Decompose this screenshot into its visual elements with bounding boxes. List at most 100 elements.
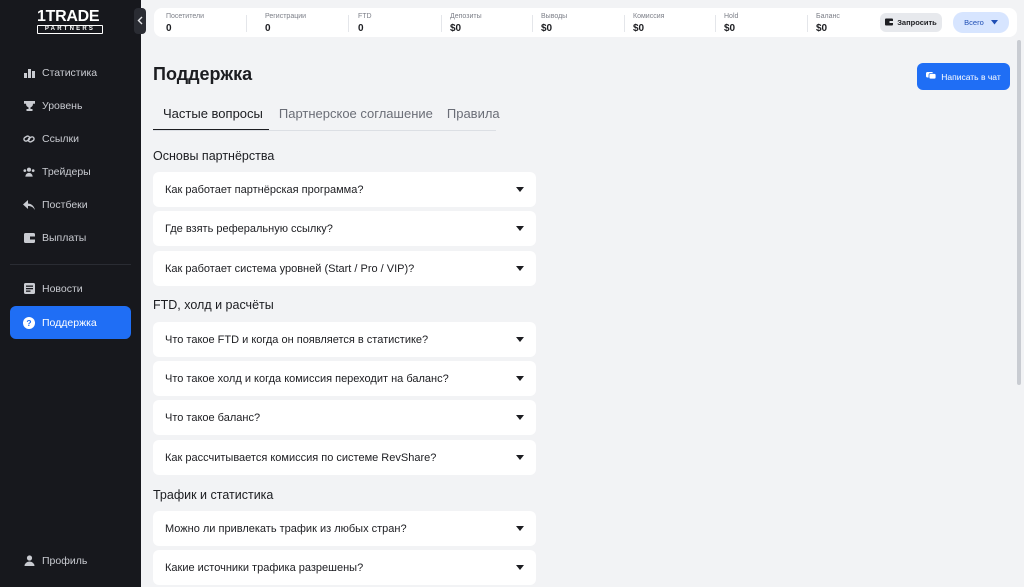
faq-item[interactable]: Что такое баланс? (153, 400, 536, 435)
sidebar-item-statistics[interactable]: Статистика (10, 56, 131, 89)
sidebar-profile: Профиль (10, 544, 131, 577)
chevron-left-icon (137, 12, 143, 30)
svg-text:?: ? (26, 318, 31, 328)
stat-label: FTD (358, 13, 372, 20)
tab-rules[interactable]: Правила (443, 104, 504, 131)
sidebar-item-label: Уровень (42, 99, 83, 112)
section-title: Трафик и статистика (153, 488, 274, 502)
faq-item[interactable]: Где взять реферальную ссылку? (153, 211, 536, 246)
sidebar-item-postbacks[interactable]: Постбеки (10, 188, 131, 221)
stat-deposits: Депозиты $0 (438, 8, 482, 37)
faq-question: Какие источники трафика разрешены? (165, 561, 364, 574)
faq-question: Как работает партнёрская программа? (165, 183, 364, 196)
section-title: Основы партнёрства (153, 149, 275, 163)
faq-question: Что такое баланс? (165, 411, 261, 424)
stat-value: $0 (816, 23, 828, 34)
caret-down-icon (516, 266, 524, 271)
sidebar-item-news[interactable]: Новости (10, 272, 131, 305)
faq-item[interactable]: Что такое FTD и когда он появляется в ст… (153, 322, 536, 357)
stat-label: Депозиты (450, 13, 482, 20)
period-filter-select[interactable]: Всего (953, 12, 1009, 33)
sidebar-item-label: Постбеки (42, 198, 88, 211)
sidebar-item-label: Профиль (42, 554, 88, 567)
stat-label: Баланс (816, 13, 840, 20)
stat-value: 0 (166, 23, 172, 34)
stat-value: $0 (724, 23, 736, 34)
caret-down-icon (990, 18, 998, 27)
tab-partner-agreement[interactable]: Партнерское соглашение (275, 104, 437, 131)
tab-faq[interactable]: Частые вопросы (153, 104, 269, 131)
stat-visitors: Посетители 0 (154, 8, 204, 37)
sidebar-item-profile[interactable]: Профиль (10, 544, 131, 577)
stat-divider (246, 15, 247, 32)
sidebar-item-label: Новости (42, 282, 83, 295)
sidebar-item-label: Поддержка (42, 316, 97, 329)
sidebar-collapse-button[interactable] (134, 8, 146, 34)
faq-question: Можно ли привлекать трафик из любых стра… (165, 522, 407, 535)
request-button-label: Запросить (897, 18, 937, 27)
page-scrollbar[interactable] (1017, 40, 1021, 385)
stat-commission: Комиссия $0 (621, 8, 664, 37)
faq-item[interactable]: Какие источники трафика разрешены? (153, 550, 536, 585)
period-filter-label: Всего (964, 18, 984, 27)
faq-question: Как работает система уровней (Start / Pr… (165, 262, 415, 275)
caret-down-icon (516, 376, 524, 381)
stat-label: Выводы (541, 13, 568, 20)
link-icon (23, 133, 35, 145)
sidebar-divider (10, 264, 131, 265)
logo[interactable]: 1TRADE PARTNERS (37, 8, 105, 34)
page-title: Поддержка (153, 64, 253, 84)
sidebar-item-label: Ссылки (42, 132, 79, 145)
caret-down-icon (516, 526, 524, 531)
sidebar-item-traders[interactable]: Трейдеры (10, 155, 131, 188)
stat-value: $0 (541, 23, 553, 34)
sidebar-item-support[interactable]: ? Поддержка (10, 306, 131, 339)
faq-question: Что такое холд и когда комиссия переходи… (165, 372, 449, 385)
sidebar-item-label: Трейдеры (42, 165, 91, 178)
stat-label: Посетители (166, 13, 204, 20)
news-icon (23, 283, 35, 295)
faq-question: Что такое FTD и когда он появляется в ст… (165, 333, 429, 346)
wallet-icon (885, 18, 894, 28)
faq-item[interactable]: Как рассчитывается комиссия по системе R… (153, 440, 536, 475)
stat-label: Комиссия (633, 13, 665, 20)
sidebar-nav-secondary: Новости ? Поддержка (10, 272, 131, 339)
stat-balance: Баланс $0 (804, 8, 840, 37)
caret-down-icon (516, 226, 524, 231)
stat-value: 0 (265, 23, 271, 34)
faq-item[interactable]: Как работает партнёрская программа? (153, 172, 536, 207)
faq-item[interactable]: Что такое холд и когда комиссия переходи… (153, 361, 536, 396)
caret-down-icon (516, 187, 524, 192)
help-icon: ? (23, 316, 35, 329)
stat-hold: Hold $0 (712, 8, 738, 37)
logo-sub: PARTNERS (37, 25, 103, 34)
faq-question: Где взять реферальную ссылку? (165, 222, 333, 235)
stat-label: Hold (724, 13, 739, 20)
write-to-chat-label: Написать в чат (941, 71, 1001, 82)
sidebar-item-payouts[interactable]: Выплаты (10, 221, 131, 254)
sidebar-item-label: Статистика (42, 66, 98, 79)
stat-value: 0 (358, 23, 364, 34)
users-icon (23, 166, 35, 178)
request-button[interactable]: Запросить (880, 13, 942, 32)
stat-ftd: FTD 0 (346, 8, 372, 37)
caret-down-icon (516, 415, 524, 420)
caret-down-icon (516, 455, 524, 460)
stat-value: $0 (450, 23, 462, 34)
sidebar-item-links[interactable]: Ссылки (10, 122, 131, 155)
stat-registrations: Регистрации 0 (253, 8, 306, 37)
faq-item[interactable]: Как работает система уровней (Start / Pr… (153, 251, 536, 286)
stat-withdrawals: Выводы $0 (529, 8, 567, 37)
faq-item[interactable]: Можно ли привлекать трафик из любых стра… (153, 511, 536, 546)
bar-chart-icon (23, 67, 35, 79)
caret-down-icon (516, 565, 524, 570)
user-icon (23, 555, 35, 567)
sidebar-nav: Статистика Уровень Ссылки Трейдеры Постб… (10, 56, 131, 254)
stat-label: Регистрации (265, 13, 307, 20)
sidebar-item-label: Выплаты (42, 231, 87, 244)
wallet-icon (23, 232, 35, 244)
sidebar-item-level[interactable]: Уровень (10, 89, 131, 122)
chat-icon (926, 71, 937, 82)
write-to-chat-button[interactable]: Написать в чат (917, 63, 1010, 90)
logo-brand: 1TRADE (37, 8, 100, 25)
